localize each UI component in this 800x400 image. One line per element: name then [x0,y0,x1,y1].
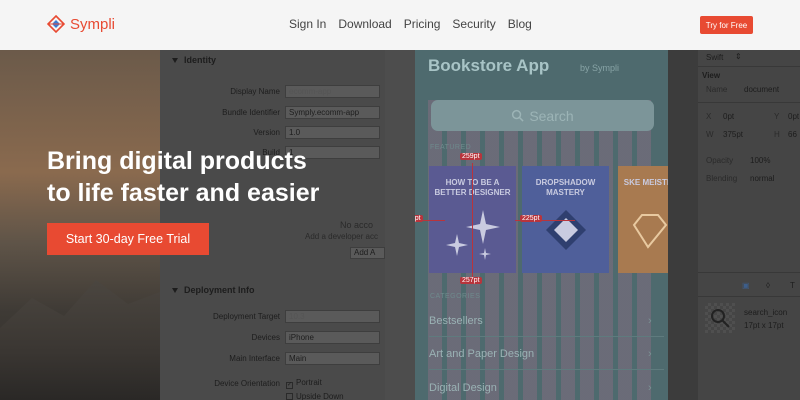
sympli-logo-icon [47,15,65,33]
x-value: 0pt [723,112,735,121]
text-icon[interactable]: T [790,281,795,290]
w-value: 375pt [723,130,744,139]
book-card: SKE MEISTE [618,166,668,273]
devices-row: Devices iPhone [160,331,385,345]
app-byline: by Sympli [580,63,620,73]
deployment-target-row: Deployment Target 10.3 [160,310,385,324]
app-title: Bookstore App [428,56,550,75]
nav-security[interactable]: Security [452,17,495,31]
search-icon [711,309,730,328]
divider [429,369,664,370]
category-item: Art and Paper Design [429,348,535,360]
category-item: Bestsellers [429,315,483,327]
canvas-gutter [385,50,415,400]
blending-label: Blending [706,174,738,183]
deployment-section-header: Deployment Info [160,280,385,300]
asset-size: 17pt x 17pt [744,321,784,330]
inspector-panel: Swift ⇕ View Name document X 0pt Y 0pt W… [668,50,800,400]
chevron-right-icon: › [648,348,652,360]
nav-download[interactable]: Download [338,17,391,31]
divider [429,336,664,337]
add-account-button[interactable]: Add A [350,247,385,259]
mountain-silhouette [0,280,160,400]
disclosure-triangle-icon [172,287,178,293]
upside-down-row: Upside Down [160,391,385,400]
measure-label: 225pt [520,215,542,222]
devices-select[interactable]: iPhone [285,331,380,344]
opacity-value: 100% [750,156,771,165]
no-account-text: No acco [340,220,374,230]
brand-logo[interactable]: Sympli [47,15,115,33]
chevron-right-icon: › [648,382,652,394]
checkmark-icon: ✓ [286,382,293,389]
display-name-row: Display Name ecomm-app [160,85,385,99]
version-row: Version 1.0 [160,126,385,140]
measure-label: 259pt [460,153,482,160]
opacity-label: Opacity [706,156,734,165]
app-preview-canvas: Bookstore App by Sympli Search FEATURED … [415,50,668,400]
hero-headline: Bring digital products to life faster an… [47,147,320,207]
nav-pricing[interactable]: Pricing [404,17,441,31]
divider [698,66,800,67]
blending-value: normal [750,174,775,183]
image-icon[interactable]: ▣ [742,281,750,290]
language-selector[interactable]: Swift [706,53,723,62]
gem-icon [632,214,668,249]
main-interface-field[interactable]: Main [285,352,380,365]
updown-icon: ⇕ [735,52,742,61]
view-header: View [702,71,721,80]
brand-name: Sympli [70,15,116,33]
disclosure-triangle-icon [172,57,178,63]
sparkle-icon [446,210,500,260]
start-free-trial-button[interactable]: Start 30-day Free Trial [47,223,209,255]
try-for-free-button[interactable]: Try for Free [700,16,753,34]
asset-thumbnail[interactable] [705,303,735,333]
nav-blog[interactable]: Blog [508,17,532,31]
drop-icon[interactable]: ◊ [766,281,770,290]
w-label: W [706,130,714,139]
y-label: Y [774,112,780,121]
version-field[interactable]: 1.0 [285,126,380,139]
measure-label: 20pt [415,215,423,222]
top-nav: Sympli Sign In Download Pricing Security… [0,0,800,50]
search-icon [512,109,524,122]
measure-guide [472,163,473,279]
orientation-row: Device Orientation ✓ Portrait [214,378,322,389]
nav-links: Sign In Download Pricing Security Blog [289,17,544,31]
y-value: 0pt [788,112,800,121]
chevron-right-icon: › [648,315,652,327]
h-value: 66 [788,130,797,139]
divider [698,272,800,273]
divider [698,102,800,103]
name-value: document [744,85,780,94]
identity-section-header: Identity [160,50,385,70]
bundle-identifier-row: Bundle Identifier Symply.ecomm-app [160,106,385,120]
measure-label: 257pt [460,277,482,284]
app-search-bar: Search [431,100,654,131]
add-developer-text: Add a developer acc [305,232,378,241]
asset-name: search_icon [744,308,788,317]
x-label: X [706,112,712,121]
deployment-target-field[interactable]: 10.3 [285,310,380,323]
category-item: Digital Design [429,382,497,394]
diamond-icon [546,210,586,250]
divider [698,296,800,297]
name-label: Name [706,85,728,94]
featured-label: FEATURED [430,144,472,151]
nav-sign-in[interactable]: Sign In [289,17,326,31]
h-label: H [774,130,780,139]
portrait-checkbox[interactable]: ✓ Portrait [286,378,322,389]
bundle-identifier-field[interactable]: Symply.ecomm-app [285,106,380,119]
main-interface-row: Main Interface Main [160,352,385,366]
display-name-field[interactable]: ecomm-app [285,85,380,98]
upside-down-checkbox[interactable]: Upside Down [286,392,344,400]
categories-label: CATEGORIES [430,293,481,300]
